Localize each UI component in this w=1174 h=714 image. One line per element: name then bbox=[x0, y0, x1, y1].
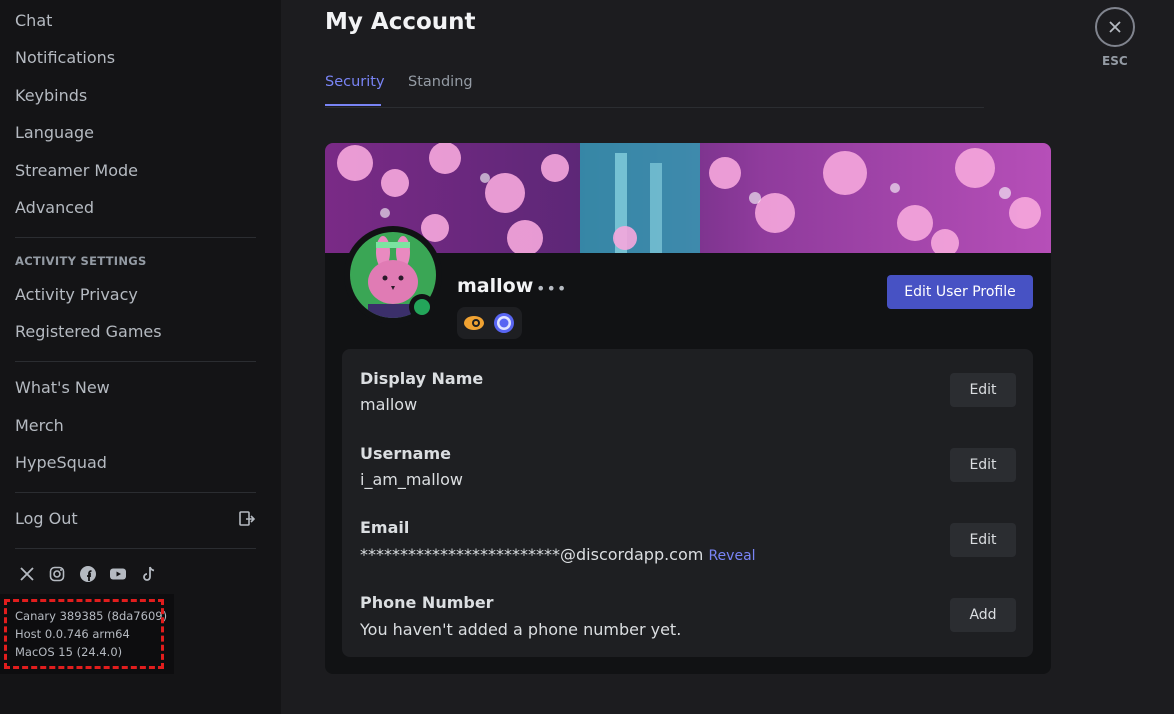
settings-sidebar: Chat Notifications Keybinds Language Str… bbox=[0, 0, 281, 714]
sidebar-item-advanced[interactable]: Advanced bbox=[15, 198, 94, 218]
sidebar-item-chat[interactable]: Chat bbox=[15, 11, 52, 31]
sidebar-item-hypesquad[interactable]: HypeSquad bbox=[15, 453, 107, 473]
esc-label: ESC bbox=[1102, 54, 1128, 68]
more-options-icon[interactable]: ••• bbox=[536, 279, 567, 298]
profile-card: mallow ••• Edit User Profile Display Nam… bbox=[325, 143, 1051, 674]
tab-divider bbox=[325, 107, 984, 108]
email-row: *************************@discordapp.com… bbox=[360, 545, 756, 564]
tab-standing[interactable]: Standing bbox=[408, 74, 473, 90]
close-button[interactable] bbox=[1095, 7, 1135, 47]
sidebar-divider bbox=[15, 492, 256, 493]
email-value: *************************@discordapp.com bbox=[360, 545, 704, 564]
sidebar-item-registered-games[interactable]: Registered Games bbox=[15, 322, 162, 342]
profile-banner bbox=[325, 143, 1051, 253]
username-value: i_am_mallow bbox=[360, 470, 463, 489]
sidebar-item-streamer-mode[interactable]: Streamer Mode bbox=[15, 161, 138, 181]
quest-icon[interactable] bbox=[494, 313, 514, 333]
online-status-dot bbox=[414, 299, 430, 315]
phone-number-label: Phone Number bbox=[360, 593, 494, 612]
hypesquad-icon[interactable] bbox=[464, 316, 484, 330]
edit-user-profile-button[interactable]: Edit User Profile bbox=[887, 275, 1033, 309]
highlight-box bbox=[4, 599, 164, 669]
badge-container bbox=[457, 307, 522, 339]
sidebar-item-language[interactable]: Language bbox=[15, 123, 94, 143]
facebook-icon[interactable] bbox=[79, 565, 97, 583]
reveal-email-link[interactable]: Reveal bbox=[708, 548, 755, 564]
logout-icon[interactable] bbox=[238, 510, 256, 528]
sidebar-divider bbox=[15, 361, 256, 362]
profile-username: mallow bbox=[457, 275, 534, 297]
edit-username-button[interactable]: Edit bbox=[950, 448, 1016, 482]
username-label: Username bbox=[360, 444, 451, 463]
display-name-value: mallow bbox=[360, 395, 418, 414]
sidebar-divider bbox=[15, 237, 256, 238]
phone-number-value: You haven't added a phone number yet. bbox=[360, 620, 682, 639]
sidebar-item-whats-new[interactable]: What's New bbox=[15, 378, 110, 398]
email-label: Email bbox=[360, 518, 410, 537]
x-icon[interactable] bbox=[18, 565, 36, 583]
edit-email-button[interactable]: Edit bbox=[950, 523, 1016, 557]
activity-settings-header: ACTIVITY SETTINGS bbox=[15, 254, 147, 268]
tiktok-icon[interactable] bbox=[140, 565, 158, 583]
add-phone-button[interactable]: Add bbox=[950, 598, 1016, 632]
sidebar-item-activity-privacy[interactable]: Activity Privacy bbox=[15, 285, 138, 305]
close-icon bbox=[1109, 21, 1121, 33]
page-title: My Account bbox=[325, 9, 476, 35]
display-name-label: Display Name bbox=[360, 369, 484, 388]
sidebar-item-notifications[interactable]: Notifications bbox=[15, 48, 115, 68]
youtube-icon[interactable] bbox=[109, 565, 127, 583]
sidebar-item-keybinds[interactable]: Keybinds bbox=[15, 86, 87, 106]
sidebar-item-log-out[interactable]: Log Out bbox=[15, 509, 78, 529]
tab-security[interactable]: Security bbox=[325, 74, 385, 90]
active-tab-indicator bbox=[325, 104, 381, 106]
sidebar-item-merch[interactable]: Merch bbox=[15, 416, 64, 436]
account-info-panel: Display Name mallow Edit Username i_am_m… bbox=[342, 349, 1033, 657]
instagram-icon[interactable] bbox=[48, 565, 66, 583]
status-indicator bbox=[409, 294, 435, 320]
edit-display-name-button[interactable]: Edit bbox=[950, 373, 1016, 407]
sidebar-divider bbox=[15, 548, 256, 549]
